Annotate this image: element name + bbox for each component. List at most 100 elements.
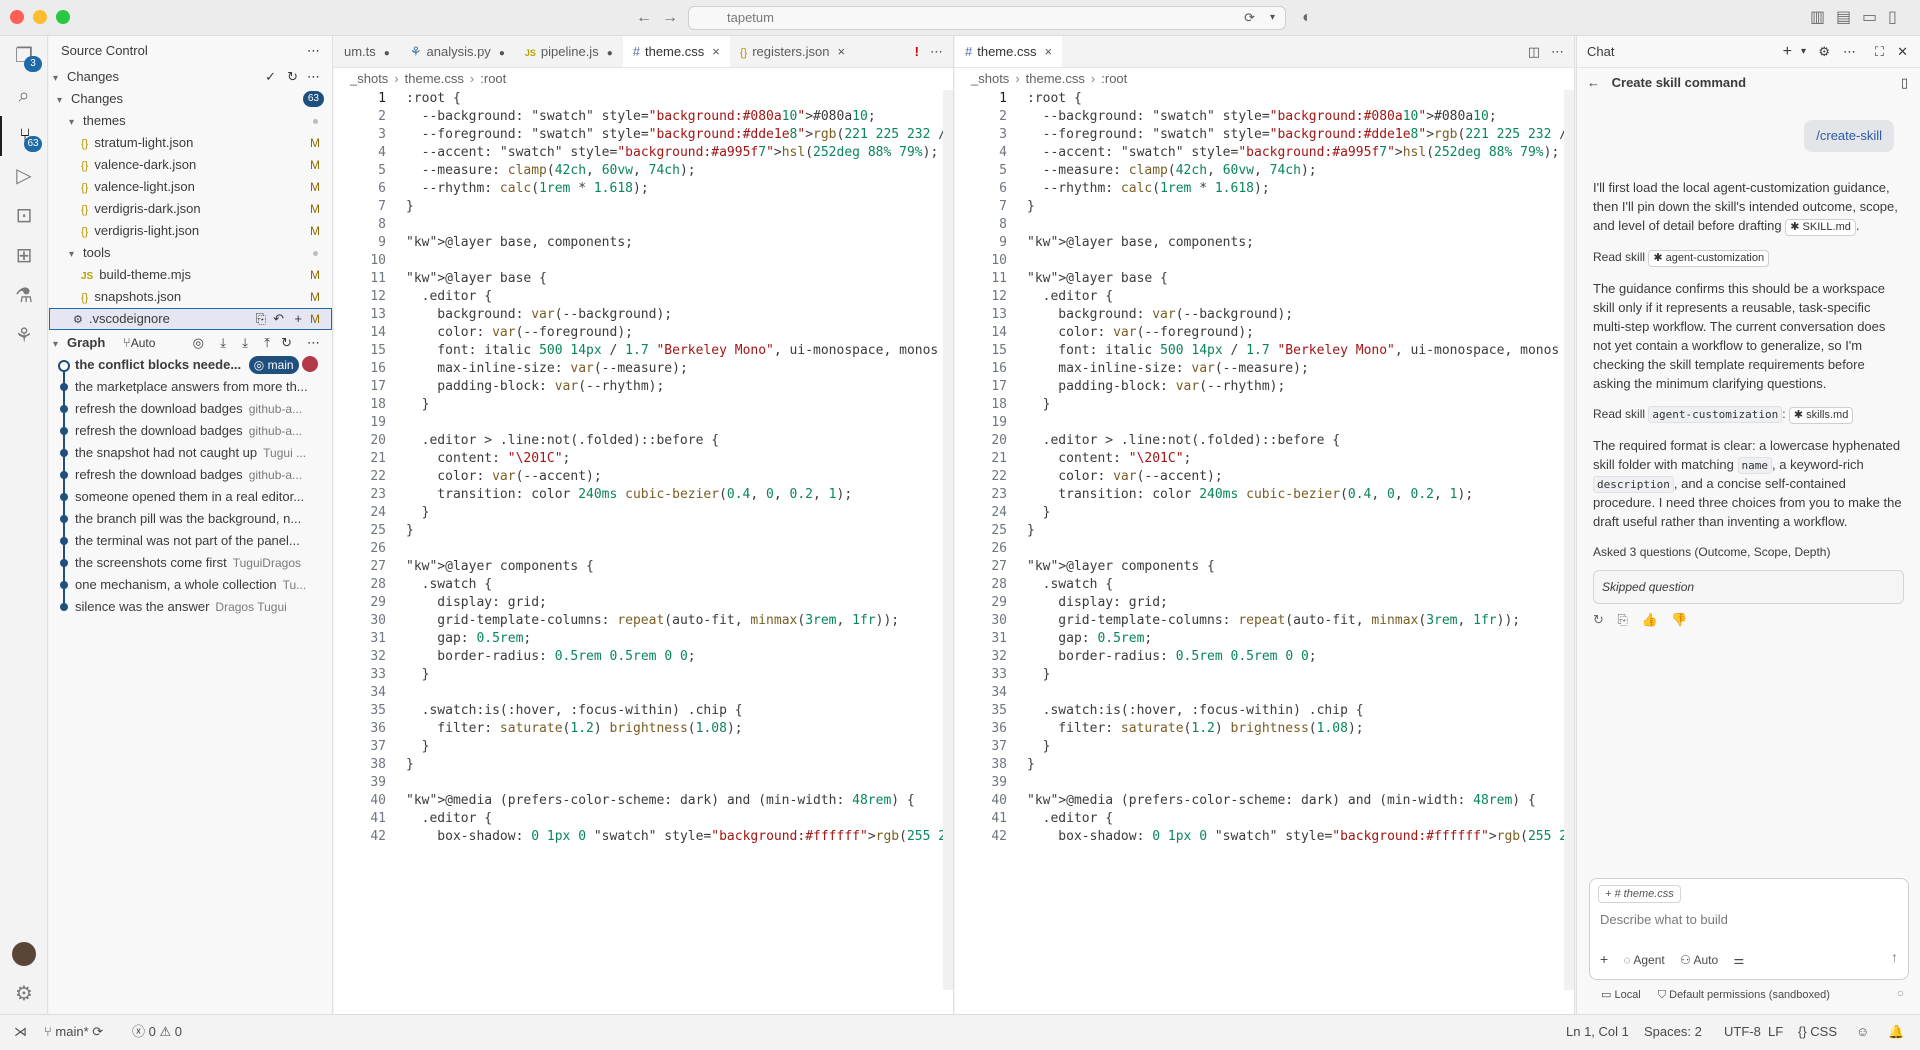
close-icon[interactable]: ✕ <box>1897 36 1908 68</box>
search-icon[interactable]: ⌕ <box>0 76 48 116</box>
split-editor-icon[interactable]: ◫ <box>1528 36 1540 67</box>
changes-section-header[interactable]: ▾ Changes ✓ ↻ ⋯ <box>49 66 332 88</box>
cursor-position[interactable]: Ln 1, Col 1 <box>1566 1015 1629 1049</box>
file-item[interactable]: {} stratum-light.json M <box>49 132 332 154</box>
copilot-status-icon[interactable]: ☺ <box>1856 1015 1869 1049</box>
python-icon[interactable]: ⚘ <box>0 316 48 356</box>
breadcrumb-item[interactable]: theme.css <box>405 71 464 86</box>
refresh-icon[interactable]: ↻ <box>281 332 292 354</box>
command-center-search[interactable]: tapetum ⟳ ▾ <box>688 6 1286 30</box>
file-chip[interactable]: ✱ skills.md <box>1788 407 1854 424</box>
commit-check-icon[interactable]: ✓ <box>265 66 276 88</box>
sync-icon[interactable]: ⟳ <box>92 1024 103 1039</box>
file-build-theme[interactable]: JS build-theme.mjs M <box>49 264 332 286</box>
copy-icon[interactable]: ⎘ <box>1618 612 1628 627</box>
context-chip[interactable]: + # theme.css <box>1598 885 1681 903</box>
scrollbar[interactable] <box>1564 90 1574 990</box>
sidebar-toggle-icon[interactable]: ▯ <box>1901 68 1908 98</box>
graph-commit[interactable]: refresh the download badges github-a... <box>49 420 332 442</box>
more-actions-icon[interactable]: ⋯ <box>1551 36 1564 67</box>
code-editor[interactable]: 1:root {2 --background: "swatch" style="… <box>955 90 1574 846</box>
skipped-question-card[interactable]: Skipped question <box>1593 570 1904 604</box>
extensions-icon[interactable]: ⊞ <box>0 236 48 276</box>
agent-mode-picker[interactable]: ◌ Agent <box>1624 953 1665 967</box>
graph-commit[interactable]: someone opened them in a real editor... <box>49 486 332 508</box>
file-chip[interactable]: ✱ SKILL.md <box>1785 219 1856 236</box>
changes-group[interactable]: ▾ Changes 63 <box>49 88 332 110</box>
end-of-line[interactable]: LF <box>1768 1015 1783 1049</box>
skill-chip[interactable]: ✱ agent-customization <box>1648 250 1770 267</box>
maximize-window-button[interactable] <box>56 10 70 24</box>
breadcrumb-item[interactable]: theme.css <box>1026 71 1085 86</box>
indentation[interactable]: Spaces: 2 <box>1644 1015 1702 1049</box>
modified-dot-icon[interactable]: ● <box>607 48 613 59</box>
chevron-down-icon[interactable]: ▾ <box>1270 7 1275 29</box>
refresh-icon[interactable]: ↻ <box>287 66 298 88</box>
graph-commit[interactable]: the snapshot had not caught up Tugui ... <box>49 442 332 464</box>
graph-commit[interactable]: the branch pill was the background, n... <box>49 508 332 530</box>
back-arrow-icon[interactable]: ← <box>1587 75 1600 90</box>
more-actions-icon[interactable]: ⋯ <box>1843 36 1856 68</box>
graph-section-header[interactable]: ▾ Graph ⑂Auto ◎ ⤓ ⤓ ⤒ ↻ ⋯ <box>49 332 332 354</box>
file-item[interactable]: {} valence-dark.json M <box>49 154 332 176</box>
more-actions-icon[interactable]: ⋯ <box>930 36 943 67</box>
branch-status[interactable]: ⑂ main* ⟳ <box>44 1015 103 1049</box>
file-snapshots[interactable]: {} snapshots.json M <box>49 286 332 308</box>
breadcrumb-item[interactable]: :root <box>1101 71 1127 86</box>
more-actions-icon[interactable]: ⋯ <box>307 66 320 88</box>
graph-commit[interactable]: the marketplace answers from more th... <box>49 376 332 398</box>
open-file-icon[interactable]: ⎘ <box>256 308 266 330</box>
chat-toggle-icon[interactable]: ⟳ <box>1244 7 1255 29</box>
problems-status[interactable]: ⓧ 0 ⚠ 0 <box>132 1015 182 1049</box>
add-icon[interactable]: + <box>1600 951 1608 967</box>
close-tab-icon[interactable]: × <box>838 44 846 59</box>
graph-commit[interactable]: refresh the download badges github-a... <box>49 398 332 420</box>
pull-icon[interactable]: ⤓ <box>242 332 248 354</box>
thumbs-up-icon[interactable]: 👍 <box>1642 612 1658 627</box>
bell-icon[interactable]: 🔔 <box>1888 1015 1904 1049</box>
tools-icon[interactable]: ⚌ <box>1734 953 1745 967</box>
graph-commit[interactable]: refresh the download badges github-a... <box>49 464 332 486</box>
layout-panel-icon[interactable]: ▤ <box>1836 8 1851 28</box>
chat-input-field[interactable]: Describe what to build <box>1600 909 1900 931</box>
file-item[interactable]: {} verdigris-dark.json M <box>49 198 332 220</box>
settings-gear-icon[interactable]: ⚙ <box>1818 36 1830 68</box>
layout-bottom-icon[interactable]: ▭ <box>1862 8 1877 28</box>
editor-tab[interactable]: um.ts ● <box>334 36 400 67</box>
send-arrow-icon[interactable]: ↑ <box>1891 949 1898 965</box>
editor-tab[interactable]: # theme.css × <box>955 36 1063 67</box>
layout-sidebar-left-icon[interactable]: ▥ <box>1810 8 1825 28</box>
close-tab-icon[interactable]: × <box>712 44 720 59</box>
copilot-icon[interactable]: ◐ <box>1302 8 1312 28</box>
chevron-down-icon[interactable]: ▾ <box>1801 36 1806 68</box>
graph-auto-label[interactable]: Auto <box>131 336 156 350</box>
retry-icon[interactable]: ↻ <box>1593 612 1604 627</box>
file-vscodeignore[interactable]: ⚙ .vscodeignore ⎘ ↶ + M <box>49 308 332 330</box>
push-icon[interactable]: ⤒ <box>264 332 270 354</box>
more-actions-icon[interactable]: ⋯ <box>307 36 320 66</box>
file-item[interactable]: {} verdigris-light.json M <box>49 220 332 242</box>
thumbs-down-icon[interactable]: 👎 <box>1671 612 1687 627</box>
testing-icon[interactable]: ⚗ <box>0 276 48 316</box>
graph-commit[interactable]: the terminal was not part of the panel..… <box>49 530 332 552</box>
graph-head-commit[interactable]: the conflict blocks neede... ◎ main <box>49 354 332 376</box>
minimize-window-button[interactable] <box>33 10 47 24</box>
add-context-icon[interactable]: + <box>1605 888 1611 900</box>
code-editor[interactable]: 1:root {2 --background: "swatch" style="… <box>334 90 953 846</box>
branch-pill[interactable]: ◎ main <box>248 356 299 374</box>
layout-sidebar-right-icon[interactable]: ▯ <box>1888 8 1897 28</box>
stage-changes-icon[interactable]: + <box>294 308 302 330</box>
new-chat-icon[interactable]: + <box>1783 36 1792 68</box>
more-actions-icon[interactable]: ⋯ <box>307 332 320 354</box>
editor-tab[interactable]: ⚘ analysis.py ● <box>400 36 515 67</box>
explorer-icon[interactable]: ❐ 3 <box>0 36 48 76</box>
graph-commit[interactable]: one mechanism, a whole collection Tu... <box>49 574 332 596</box>
graph-commit[interactable]: the screenshots come first TuguiDragos <box>49 552 332 574</box>
breadcrumb-item[interactable]: _shots <box>971 71 1009 86</box>
discard-changes-icon[interactable]: ↶ <box>273 308 284 330</box>
folder-themes[interactable]: ▾ themes <box>49 110 332 132</box>
target-icon[interactable]: ◎ <box>193 332 204 354</box>
branch-icon[interactable]: ⑂ <box>123 335 131 350</box>
close-tab-icon[interactable]: × <box>1044 44 1052 59</box>
breadcrumb-item[interactable]: :root <box>480 71 506 86</box>
